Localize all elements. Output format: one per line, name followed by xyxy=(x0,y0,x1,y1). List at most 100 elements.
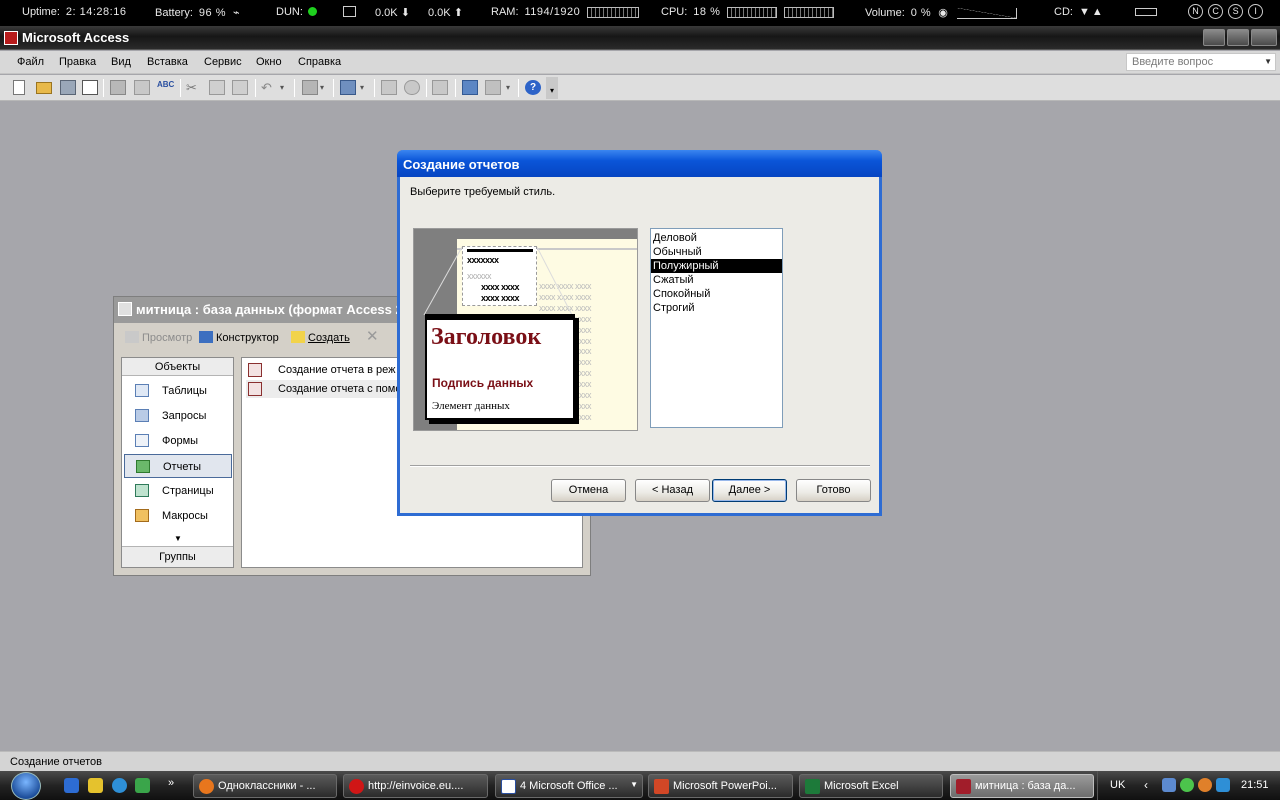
object-forms[interactable]: Формы xyxy=(124,429,232,453)
network-tray-icon[interactable] xyxy=(1162,778,1176,792)
chevron-down-icon[interactable]: ▾ xyxy=(506,83,522,98)
cut-icon[interactable]: ✂ xyxy=(186,80,202,95)
preview-element: Элемент данных xyxy=(432,400,510,412)
taskbar-button-odnoklassniki[interactable]: Одноклассники - ... xyxy=(193,774,337,798)
groups-header[interactable]: Группы xyxy=(122,546,233,567)
uptime-value: 2: 14:28:16 xyxy=(65,6,127,18)
network-icon[interactable] xyxy=(343,6,356,19)
indicator-n[interactable]: N xyxy=(1188,4,1203,19)
show-desktop-icon[interactable] xyxy=(64,778,79,793)
inset-rule xyxy=(467,249,533,252)
taskbar-button-excel[interactable]: Microsoft Excel xyxy=(799,774,943,798)
volume-slider[interactable] xyxy=(956,7,1017,19)
open-icon[interactable] xyxy=(36,82,52,94)
speaker-icon[interactable]: ◉ xyxy=(938,7,948,19)
object-queries[interactable]: Запросы xyxy=(124,404,232,428)
properties-icon[interactable] xyxy=(432,80,448,95)
print-preview-icon[interactable] xyxy=(134,80,150,95)
style-listbox[interactable]: Деловой Обычный Полужирный Сжатый Спокой… xyxy=(650,228,783,428)
chevron-right-icon[interactable]: » xyxy=(168,777,183,792)
style-option[interactable]: Сжатый xyxy=(651,273,782,287)
access-icon[interactable] xyxy=(4,31,18,45)
cd-eject-down-icon[interactable]: ▼ xyxy=(1079,6,1090,18)
search-icon[interactable] xyxy=(82,80,98,95)
object-pages[interactable]: Страницы xyxy=(124,479,232,503)
style-option-selected[interactable]: Полужирный xyxy=(651,259,782,273)
app-title-bar[interactable]: Microsoft Access xyxy=(0,26,1280,50)
create-button[interactable]: Создать xyxy=(291,331,350,344)
taskbar-button-office-group[interactable]: 4 Microsoft Office ... ▼ xyxy=(495,774,643,798)
minimize-button[interactable] xyxy=(1203,29,1225,46)
finish-button[interactable]: Готово xyxy=(796,479,871,502)
paste-icon[interactable] xyxy=(232,80,248,95)
chevron-down-icon[interactable]: ▼ xyxy=(174,534,182,543)
list-item[interactable]: Создание отчета с помо xyxy=(246,380,416,398)
cpu-label: CPU: xyxy=(661,6,688,18)
menu-edit[interactable]: Правка xyxy=(59,56,96,68)
style-option[interactable]: Спокойный xyxy=(651,287,782,301)
create-icon xyxy=(291,331,305,343)
browser-icon[interactable] xyxy=(112,778,127,793)
database-window-title: митница : база данных (формат Access 2 xyxy=(136,302,403,317)
cd-eject-up-icon[interactable]: ▲ xyxy=(1092,6,1103,18)
drive-icon[interactable] xyxy=(1135,6,1157,18)
flower-tray-icon[interactable] xyxy=(1180,778,1194,792)
style-option[interactable]: Обычный xyxy=(651,245,782,259)
cancel-button[interactable]: Отмена xyxy=(551,479,626,502)
new-icon[interactable] xyxy=(13,80,25,95)
copy-icon[interactable] xyxy=(209,80,225,95)
indicator-i[interactable]: I xyxy=(1248,4,1264,19)
spelling-icon[interactable]: ABC xyxy=(157,80,174,95)
menu-insert[interactable]: Вставка xyxy=(147,56,188,68)
object-macros[interactable]: Макросы xyxy=(124,504,232,528)
menu-file[interactable]: Файл xyxy=(17,56,44,68)
menu-view[interactable]: Вид xyxy=(111,56,131,68)
indicator-c[interactable]: C xyxy=(1208,4,1224,19)
clock[interactable]: 21:51 xyxy=(1241,779,1269,791)
preview-button[interactable]: Просмотр xyxy=(125,331,192,344)
script-icon[interactable] xyxy=(404,80,420,95)
menu-tools[interactable]: Сервис xyxy=(204,56,242,68)
taskbar-button-einvoice[interactable]: http://einvoice.eu.... xyxy=(343,774,488,798)
code-icon[interactable] xyxy=(381,80,397,95)
menu-help[interactable]: Справка xyxy=(298,56,341,68)
relationships-icon[interactable] xyxy=(462,80,478,95)
task-label: Microsoft PowerPoi... xyxy=(673,780,777,792)
quicklaunch-app-icon[interactable] xyxy=(135,778,150,793)
object-tables[interactable]: Таблицы xyxy=(124,379,232,403)
style-option[interactable]: Деловой xyxy=(651,231,782,245)
object-reports[interactable]: Отчеты xyxy=(124,454,232,478)
quicklaunch-drive-icon[interactable] xyxy=(88,778,103,793)
start-button[interactable] xyxy=(11,772,41,800)
update-tray-icon[interactable] xyxy=(1198,778,1212,792)
sync-tray-icon[interactable] xyxy=(1216,778,1230,792)
report-wizard-icon xyxy=(248,382,262,396)
help-icon[interactable]: ? xyxy=(525,80,541,95)
print-icon[interactable] xyxy=(110,80,126,95)
ask-question-box[interactable]: Введите вопрос ▼ xyxy=(1126,53,1276,71)
undo-icon[interactable]: ↶ xyxy=(261,80,277,95)
office-links-icon[interactable] xyxy=(302,80,318,95)
language-indicator[interactable]: UK xyxy=(1110,779,1125,791)
analyze-icon[interactable] xyxy=(340,80,356,95)
chevron-left-icon[interactable]: ‹ xyxy=(1144,778,1148,792)
firefox-icon xyxy=(199,779,214,794)
list-item[interactable]: Создание отчета в реж xyxy=(246,361,416,379)
chevron-down-icon[interactable]: ▼ xyxy=(1264,57,1272,66)
toolbar-options-icon[interactable]: ▾ xyxy=(546,77,558,99)
indicator-s[interactable]: S xyxy=(1228,4,1244,19)
menu-window[interactable]: Окно xyxy=(256,56,282,68)
taskbar-button-powerpoint[interactable]: Microsoft PowerPoi... xyxy=(648,774,793,798)
next-button[interactable]: Далее > xyxy=(712,479,787,502)
taskbar-button-access[interactable]: митница : база да... xyxy=(950,774,1094,798)
design-button[interactable]: Конструктор xyxy=(199,331,279,344)
new-object-icon[interactable] xyxy=(485,80,501,95)
maximize-button[interactable] xyxy=(1227,29,1249,46)
save-icon[interactable] xyxy=(60,80,76,95)
delete-icon[interactable]: ✕ xyxy=(366,327,379,345)
style-option[interactable]: Строгий xyxy=(651,301,782,315)
back-button[interactable]: < Назад xyxy=(635,479,710,502)
objects-header[interactable]: Объекты xyxy=(122,358,233,376)
close-button[interactable] xyxy=(1251,29,1277,46)
wizard-titlebar[interactable]: Создание отчетов xyxy=(397,150,882,177)
